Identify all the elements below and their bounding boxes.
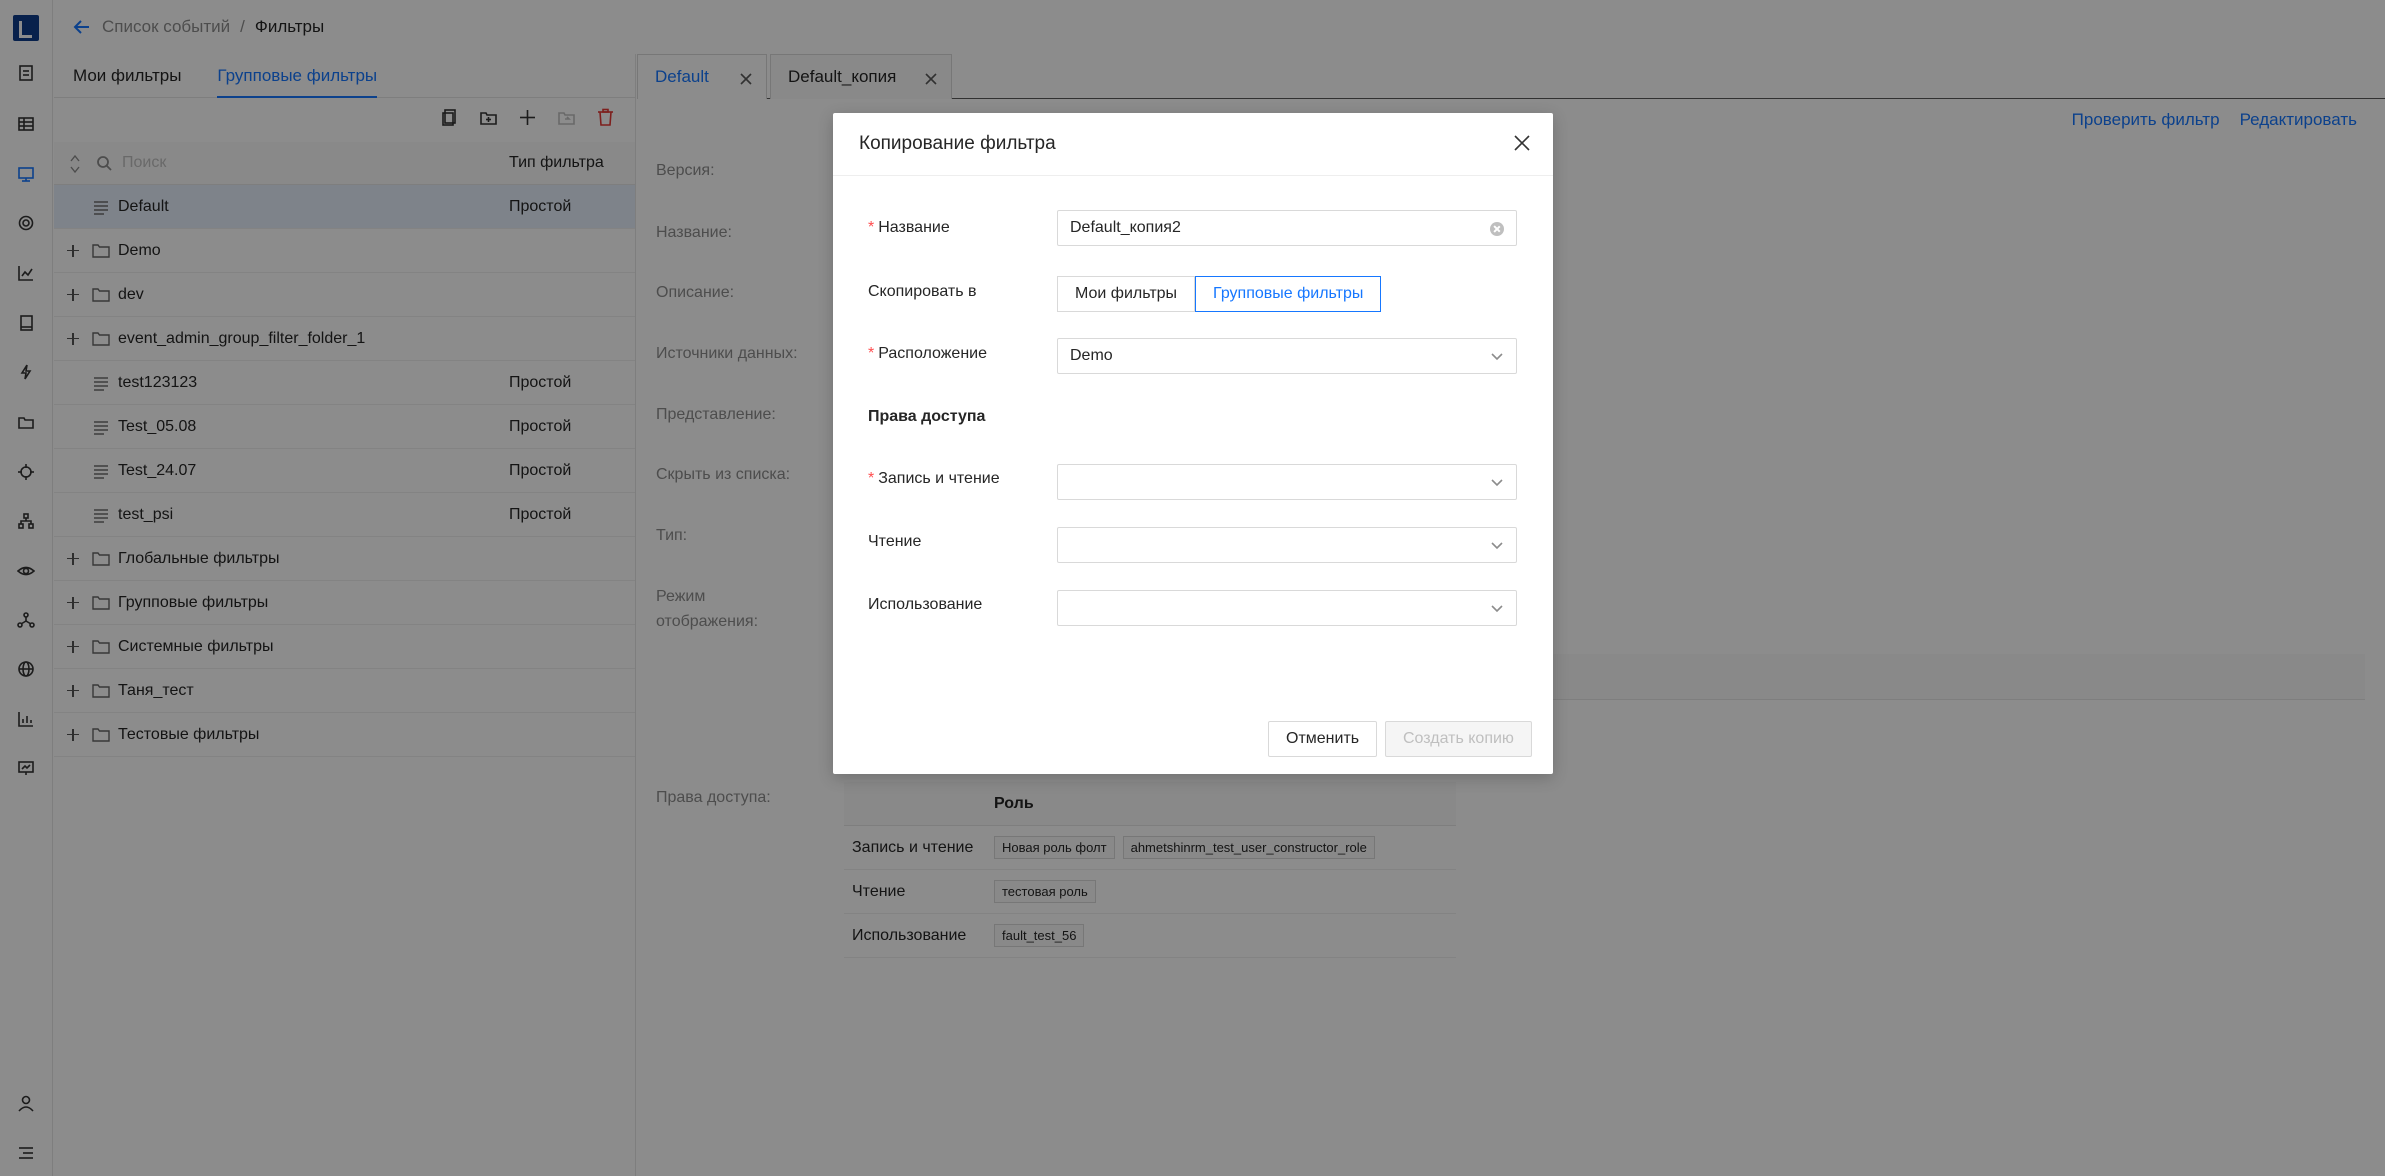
chevron-down-icon [1490,601,1504,615]
read-field-label: Чтение [868,533,922,550]
access-heading: Права доступа [868,408,986,425]
location-field-label: * Расположение [868,345,987,363]
clear-icon[interactable] [1490,222,1504,236]
chevron-down-icon [1490,349,1504,363]
rw-select[interactable] [1057,464,1517,500]
option-group-filters[interactable]: Групповые фильтры [1195,276,1382,312]
name-value: Default_копия2 [1070,219,1181,236]
copy-to-label: Скопировать в [868,283,977,300]
chevron-down-icon [1490,538,1504,552]
required-mark: * [868,470,875,487]
close-icon[interactable] [1513,134,1531,152]
required-mark: * [868,219,875,236]
name-input[interactable]: Default_копия2 [1057,210,1517,246]
read-select[interactable] [1057,527,1517,563]
location-select[interactable]: Demo [1057,338,1517,374]
copy-filter-dialog: Копирование фильтра * Название Default_ко… [833,113,1553,774]
cancel-button[interactable]: Отменить [1268,721,1378,757]
required-mark: * [868,345,875,362]
chevron-down-icon [1490,475,1504,489]
create-copy-button[interactable]: Создать копию [1385,721,1532,757]
label-text: Расположение [878,345,987,362]
rw-field-label: * Запись и чтение [868,470,1000,488]
use-field-label: Использование [868,596,983,613]
use-select[interactable] [1057,590,1517,626]
label-text: Название [878,219,950,236]
location-value: Demo [1070,347,1113,364]
name-field-label: * Название [868,219,950,237]
copy-to-segmented: Мои фильтры Групповые фильтры [1057,276,1382,312]
option-my-filters[interactable]: Мои фильтры [1057,276,1196,312]
dialog-title: Копирование фильтра [833,113,1553,176]
label-text: Запись и чтение [878,470,1000,487]
